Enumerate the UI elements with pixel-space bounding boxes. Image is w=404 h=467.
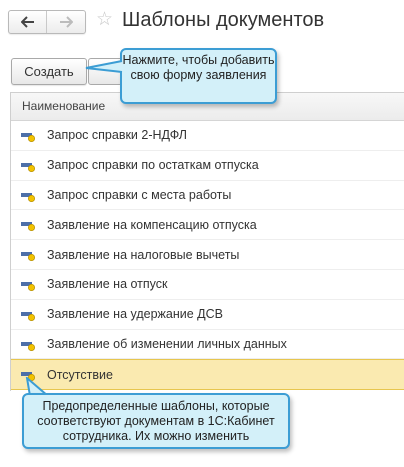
page-title: Шаблоны документов <box>122 9 325 31</box>
table-row[interactable]: Заявление об изменении личных данных <box>11 330 404 360</box>
table-row[interactable]: Заявление на налоговые вычеты <box>11 240 404 270</box>
template-item-icon <box>21 311 36 321</box>
row-label: Запрос справки 2-НДФЛ <box>47 128 188 143</box>
template-item-icon <box>21 133 36 143</box>
arrow-left-icon <box>20 16 34 28</box>
template-item-icon <box>21 281 36 291</box>
row-label: Запрос справки по остаткам отпуска <box>47 158 259 173</box>
table-row[interactable]: Заявление на удержание ДСВ <box>11 300 404 330</box>
templates-hint-callout: Предопределенные шаблоны, которые соотве… <box>22 393 290 449</box>
row-label: Заявление на налоговые вычеты <box>47 247 240 262</box>
arrow-right-icon <box>59 16 73 28</box>
create-hint-text: Нажмите, чтобы добавить свою форму заявл… <box>122 53 275 82</box>
create-button[interactable]: Создать <box>11 58 87 85</box>
templates-table: Наименование Запрос справки 2-НДФЛ Запрос… <box>10 92 404 391</box>
table-row[interactable]: Заявление на компенсацию отпуска <box>11 210 404 241</box>
row-label: Запрос справки с места работы <box>47 187 232 202</box>
template-item-icon <box>21 162 36 172</box>
star-icon[interactable]: ☆ <box>96 8 113 32</box>
templates-hint-text: Предопределенные шаблоны, которые соотве… <box>37 399 275 443</box>
back-button[interactable] <box>9 11 47 33</box>
table-row[interactable]: Отсутствие <box>11 359 404 391</box>
table-row[interactable]: Запрос справки по остаткам отпуска <box>11 151 404 181</box>
forward-button[interactable] <box>47 11 84 33</box>
create-hint-callout: Нажмите, чтобы добавить свою форму заявл… <box>120 48 277 104</box>
row-label: Заявление на удержание ДСВ <box>47 307 223 322</box>
row-label: Заявление на компенсацию отпуска <box>47 217 257 232</box>
table-row[interactable]: Заявление на отпуск <box>11 270 404 300</box>
template-item-icon <box>21 252 36 262</box>
row-label: Заявление на отпуск <box>47 277 168 292</box>
row-label: Заявление об изменении личных данных <box>47 336 287 351</box>
table-row[interactable]: Запрос справки 2-НДФЛ <box>11 121 404 151</box>
row-label: Отсутствие <box>47 367 113 382</box>
create-hint-pointer <box>85 60 123 73</box>
template-item-icon <box>21 341 36 351</box>
navigation-buttons <box>8 10 86 34</box>
template-item-icon <box>21 222 36 232</box>
table-body: Запрос справки 2-НДФЛ Запрос справки по о… <box>11 121 404 391</box>
template-item-icon <box>21 192 36 202</box>
table-row[interactable]: Запрос справки с места работы <box>11 181 404 211</box>
